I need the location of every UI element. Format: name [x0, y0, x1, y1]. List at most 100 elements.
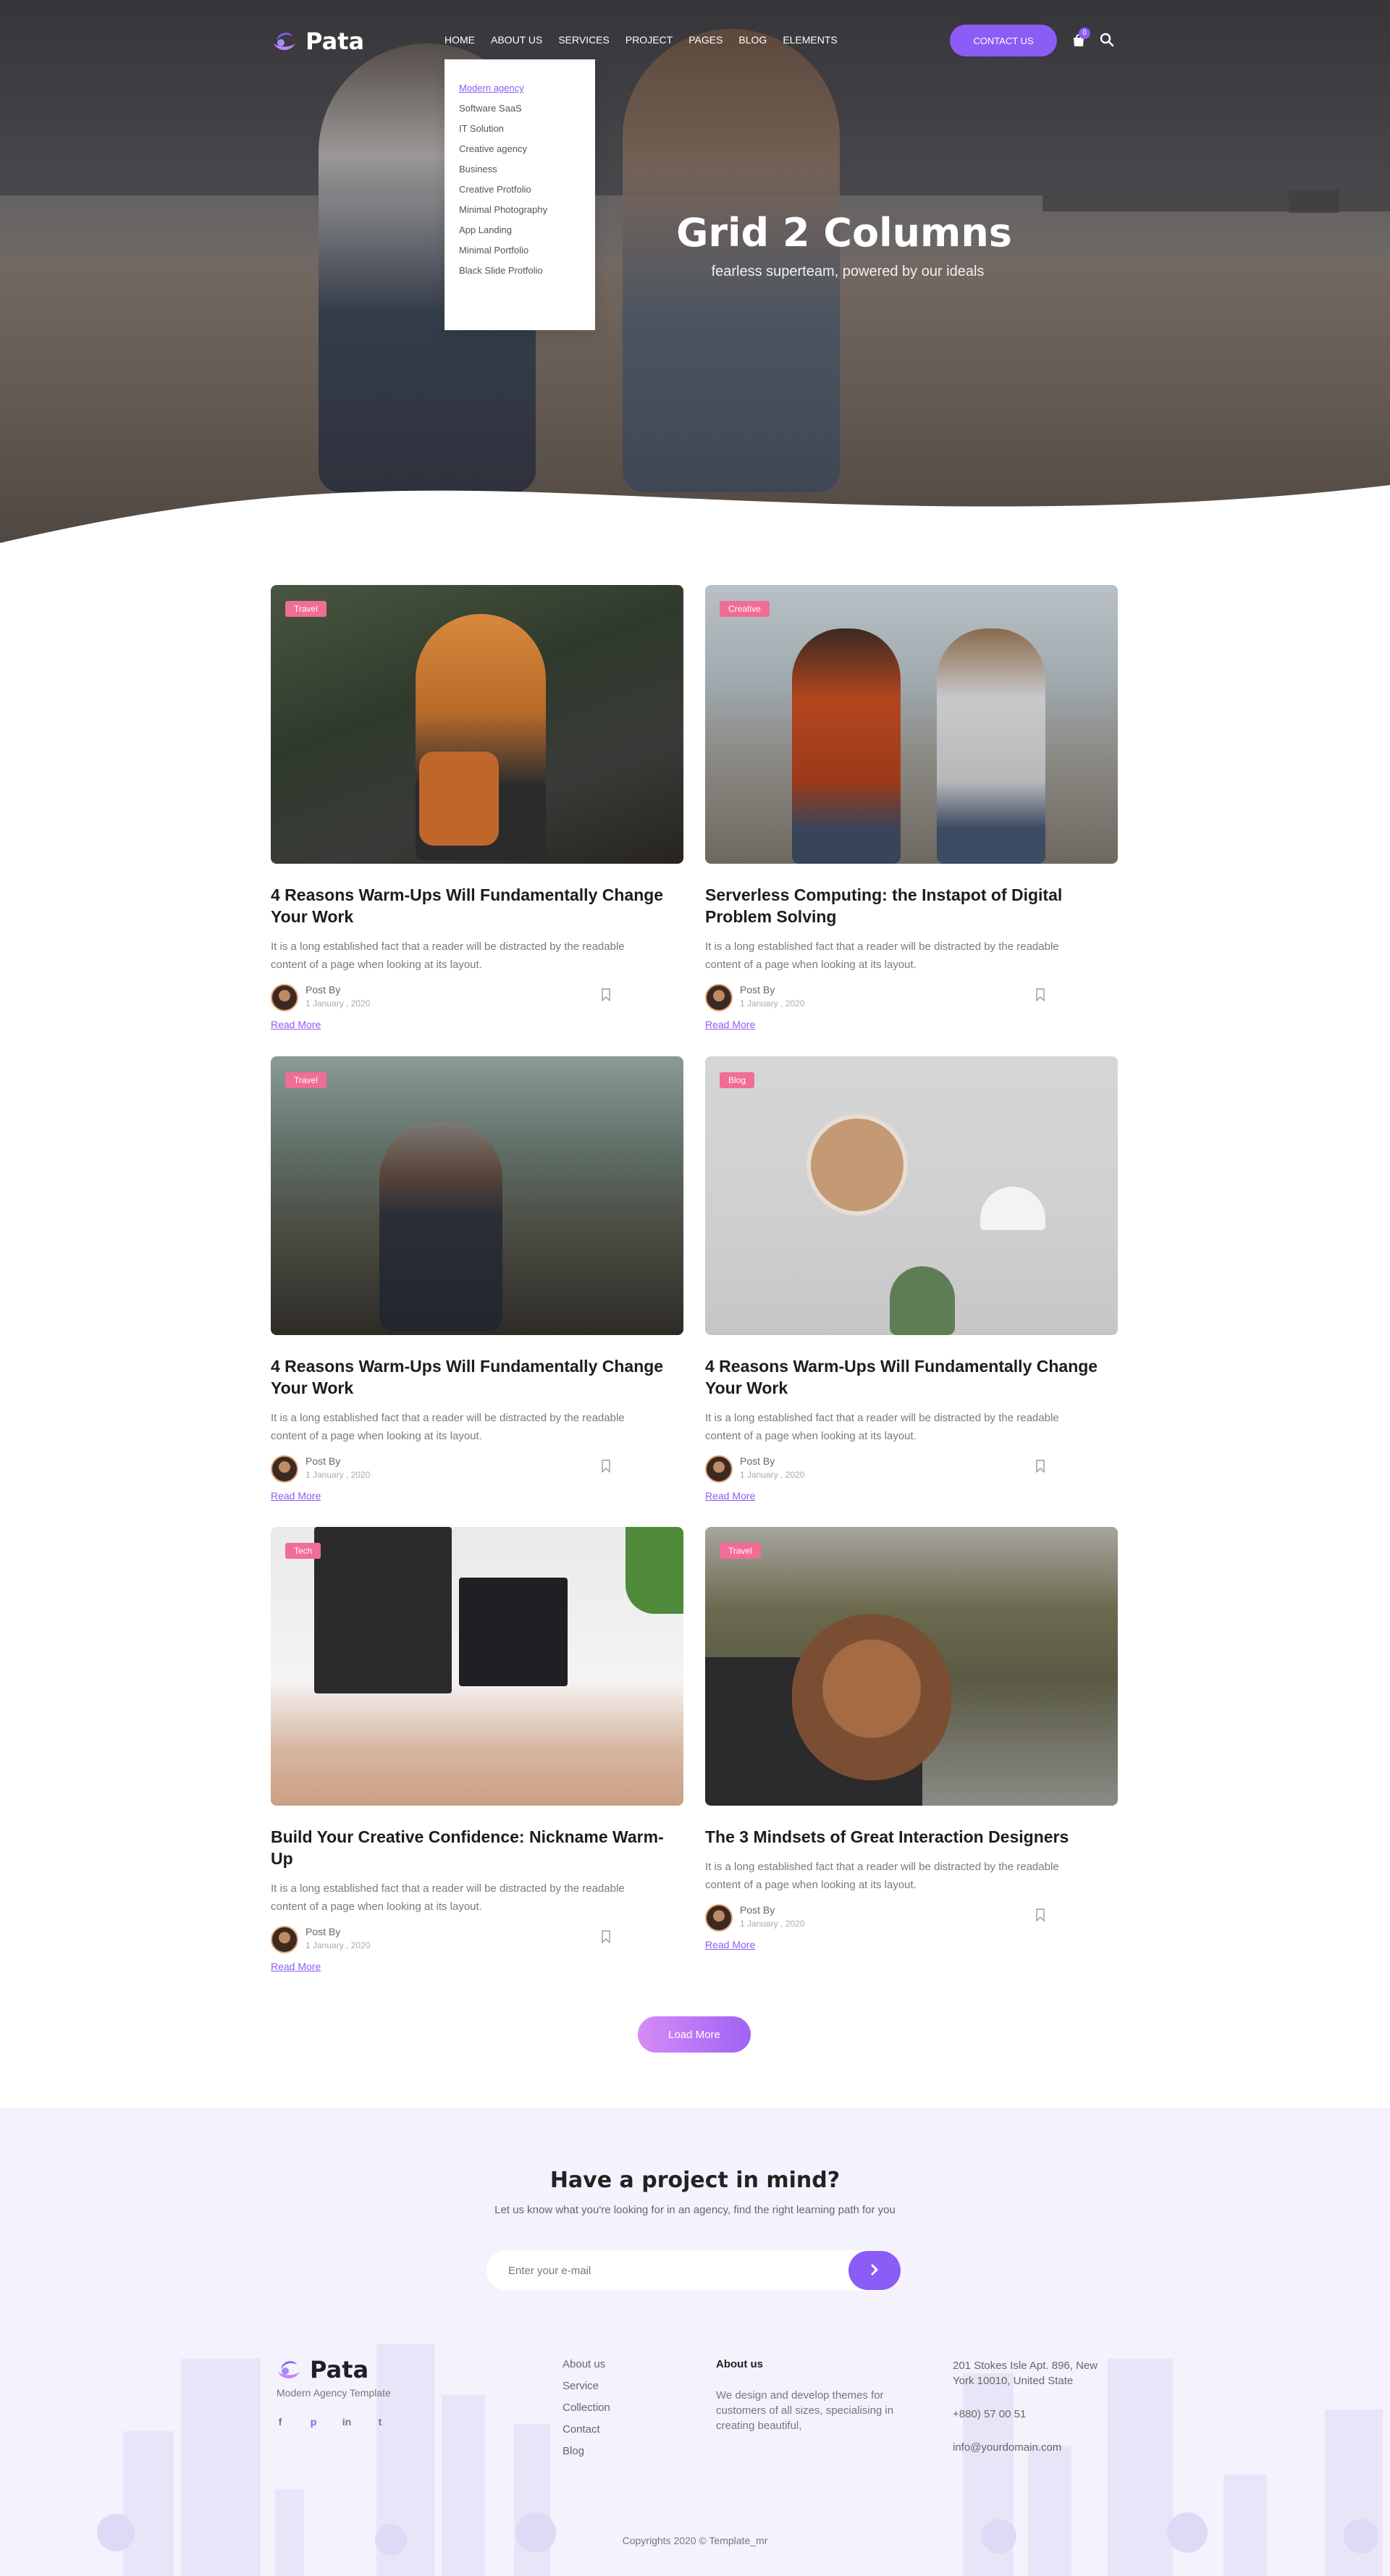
blog-card-meta: Post By 1 January , 2020: [705, 1903, 1118, 1932]
blog-card: Travel 4 Reasons Warm-Ups Will Fundament…: [271, 585, 683, 1032]
copyright: Copyrights 2020 © Template_mr: [622, 2535, 768, 2546]
blog-card-title[interactable]: The 3 Mindsets of Great Interaction Desi…: [705, 1826, 1118, 1848]
category-tag[interactable]: Blog: [720, 1072, 755, 1088]
image-figure-left: [792, 628, 901, 864]
dropdown-item-black-slide-protfolio[interactable]: Black Slide Protfolio: [459, 261, 595, 281]
dropdown-item-it-solution[interactable]: IT Solution: [459, 119, 595, 139]
contact-us-button[interactable]: CONTACT US: [950, 25, 1057, 56]
email-input[interactable]: [508, 2250, 841, 2291]
menu-item-about-us[interactable]: ABOUT US: [491, 34, 542, 46]
footer-link-about-us[interactable]: About us: [563, 2354, 610, 2375]
category-tag[interactable]: Travel: [285, 1072, 327, 1088]
blog-card-title[interactable]: 4 Reasons Warm-Ups Will Fundamentally Ch…: [271, 884, 683, 927]
pinterest-icon[interactable]: p: [306, 2415, 321, 2429]
dropdown-item-minimal-photography[interactable]: Minimal Photography: [459, 200, 595, 220]
bookmark-icon[interactable]: [1035, 1460, 1045, 1473]
menu-item-project[interactable]: PROJECT: [626, 34, 673, 46]
image-figure-hair: [792, 1614, 951, 1780]
menu-item-blog[interactable]: BLOG: [738, 34, 767, 46]
category-tag[interactable]: Travel: [720, 1543, 761, 1559]
bookmark-icon[interactable]: [601, 1460, 611, 1473]
blog-card-image[interactable]: Creative: [705, 585, 1118, 864]
read-more-link[interactable]: Read More: [271, 1961, 321, 1972]
blog-card-meta: Post By 1 January , 2020: [271, 982, 683, 1011]
twitter-icon[interactable]: t: [373, 2415, 387, 2429]
read-more-link[interactable]: Read More: [271, 1019, 321, 1030]
blog-card: Tech Build Your Creative Confidence: Nic…: [271, 1527, 683, 1974]
dropdown-item-software-saas[interactable]: Software SaaS: [459, 98, 595, 119]
category-tag[interactable]: Travel: [285, 601, 327, 617]
image-figure: [379, 1121, 502, 1331]
blog-card-image[interactable]: Travel: [271, 1056, 683, 1335]
footer-link-collection[interactable]: Collection: [563, 2397, 610, 2419]
read-more-link[interactable]: Read More: [705, 1490, 755, 1502]
logo-mark-icon: [274, 33, 295, 51]
footer-link-service[interactable]: Service: [563, 2375, 610, 2397]
load-more-button[interactable]: Load More: [638, 2016, 751, 2053]
menu-item-elements[interactable]: ELEMENTS: [783, 34, 837, 46]
logo-mark-icon: [278, 2361, 300, 2379]
menu-item-pages[interactable]: PAGES: [688, 34, 723, 46]
post-date: 1 January , 2020: [306, 1470, 371, 1480]
footer-about: About us We design and develop themes fo…: [716, 2354, 897, 2433]
read-more-link[interactable]: Read More: [705, 1939, 755, 1950]
read-more-link[interactable]: Read More: [705, 1019, 755, 1030]
bookmark-icon[interactable]: [601, 1930, 611, 1943]
avatar: [271, 1455, 298, 1483]
blog-card-excerpt: It is a long established fact that a rea…: [271, 1412, 625, 1442]
blog-card-image[interactable]: Travel: [271, 585, 683, 864]
footer-link-blog[interactable]: Blog: [563, 2441, 610, 2462]
logo[interactable]: Pata: [271, 28, 364, 55]
bookmark-icon[interactable]: [1035, 1908, 1045, 1922]
avatar: [705, 984, 733, 1011]
blog-card-image[interactable]: Tech: [271, 1527, 683, 1806]
post-date: 1 January , 2020: [306, 1940, 371, 1950]
blog-card: Travel 4 Reasons Warm-Ups Will Fundament…: [271, 1056, 683, 1503]
footer-phone[interactable]: +880) 57 00 51: [953, 2407, 1134, 2422]
blog-card-excerpt: It is a long established fact that a rea…: [705, 1861, 1059, 1891]
dropdown-item-creative-protfolio[interactable]: Creative Protfolio: [459, 180, 595, 200]
main-menu: HOME ABOUT US SERVICES PROJECT PAGES BLO…: [445, 34, 838, 46]
footer-about-heading: About us: [716, 2358, 763, 2370]
blog-grid: Travel 4 Reasons Warm-Ups Will Fundament…: [0, 543, 1390, 2108]
category-tag[interactable]: Tech: [285, 1543, 321, 1559]
linkedin-icon[interactable]: in: [340, 2415, 354, 2429]
footer-link-contact[interactable]: Contact: [563, 2419, 610, 2441]
blog-card-title[interactable]: Serverless Computing: the Instapot of Di…: [705, 884, 1118, 927]
dropdown-item-minimal-portfolio[interactable]: Minimal Portfolio: [459, 240, 595, 261]
facebook-icon[interactable]: f: [273, 2415, 287, 2429]
bookmark-icon[interactable]: [1035, 988, 1045, 1001]
search-icon[interactable]: [1099, 32, 1115, 48]
read-more-link[interactable]: Read More: [271, 1490, 321, 1502]
footer: Have a project in mind? Let us know what…: [0, 2108, 1390, 2576]
blog-card-excerpt: It is a long established fact that a rea…: [705, 940, 1059, 971]
footer-email[interactable]: info@yourdomain.com: [953, 2440, 1134, 2455]
post-by-label: Post By: [306, 1455, 341, 1467]
dropdown-item-business[interactable]: Business: [459, 159, 595, 180]
post-by-label: Post By: [740, 1904, 775, 1916]
blog-card-meta: Post By 1 January , 2020: [705, 1454, 1118, 1483]
dropdown-item-app-landing[interactable]: App Landing: [459, 220, 595, 240]
image-monitor-left: [314, 1527, 452, 1693]
blog-card-image[interactable]: Travel: [705, 1527, 1118, 1806]
dropdown-item-creative-agency[interactable]: Creative agency: [459, 139, 595, 159]
blog-card-title[interactable]: Build Your Creative Confidence: Nickname…: [271, 1826, 683, 1869]
dropdown-item-modern-agency[interactable]: Modern agency: [459, 78, 595, 98]
category-tag[interactable]: Creative: [720, 601, 770, 617]
blog-card-title[interactable]: 4 Reasons Warm-Ups Will Fundamentally Ch…: [705, 1355, 1118, 1399]
cta-subtitle: Let us know what you're looking for in a…: [494, 2204, 896, 2216]
blog-card-title[interactable]: 4 Reasons Warm-Ups Will Fundamentally Ch…: [271, 1355, 683, 1399]
bookmark-icon[interactable]: [601, 988, 611, 1001]
post-date: 1 January , 2020: [740, 998, 805, 1009]
post-date: 1 January , 2020: [306, 998, 371, 1009]
cta-title: Have a project in mind?: [549, 2168, 841, 2193]
footer-logo[interactable]: Pata: [275, 2356, 368, 2383]
footer-contact: 201 Stokes Isle Apt. 896, New York 10010…: [953, 2358, 1134, 2455]
menu-item-home[interactable]: HOME: [445, 34, 475, 46]
blog-card-image[interactable]: Blog: [705, 1056, 1118, 1335]
blog-card: Creative Serverless Computing: the Insta…: [705, 585, 1118, 1032]
post-by-label: Post By: [306, 1926, 341, 1937]
email-submit-button[interactable]: [848, 2251, 901, 2290]
post-by-label: Post By: [306, 984, 341, 996]
menu-item-services[interactable]: SERVICES: [558, 34, 610, 46]
